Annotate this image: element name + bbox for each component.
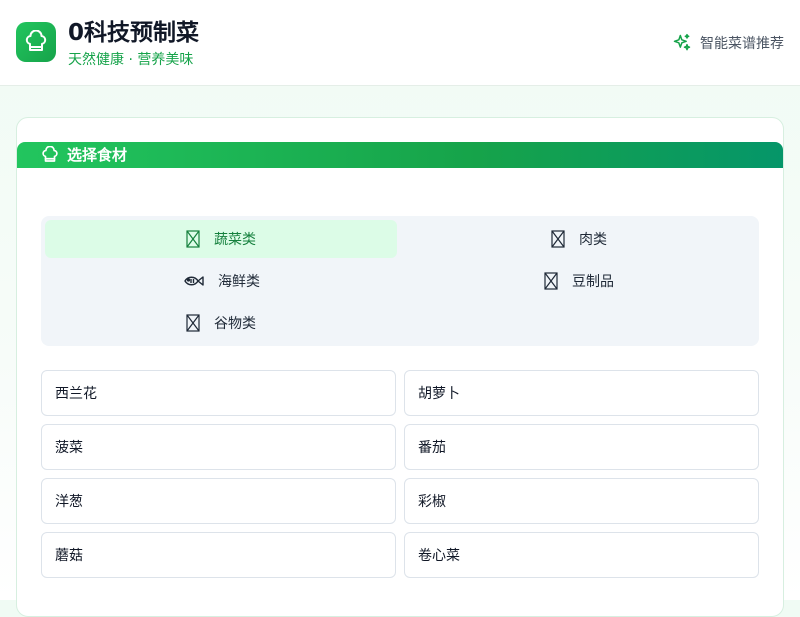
chef-hat-icon: [42, 146, 58, 162]
app-header: 0科技预制菜 天然健康 · 营养美味 智能菜谱推荐: [0, 0, 800, 86]
category-label: 海鲜类: [218, 274, 260, 290]
section-header: 选择食材: [17, 142, 783, 168]
fish-icon: [184, 276, 204, 286]
missing-glyph-icon: [551, 230, 565, 248]
ingredient-item[interactable]: 洋葱: [41, 478, 396, 524]
ingredient-list: 西兰花 胡萝卜 菠菜 番茄 洋葱 彩椒 蘑菇 卷心菜: [41, 370, 759, 578]
category-label: 豆制品: [572, 274, 614, 290]
section-title: 选择食材: [67, 146, 128, 164]
category-label: 蔬菜类: [214, 232, 256, 248]
smart-recipe-recommend-label: 智能菜谱推荐: [700, 36, 784, 52]
category-tabs: 蔬菜类 肉类 海鲜类 豆制品 谷物类: [41, 216, 759, 346]
missing-glyph-icon: [544, 272, 558, 290]
ingredient-item[interactable]: 彩椒: [404, 478, 759, 524]
category-tab-soy-products[interactable]: 豆制品: [403, 262, 755, 300]
ingredient-item[interactable]: 番茄: [404, 424, 759, 470]
smart-recipe-recommend-button[interactable]: 智能菜谱推荐: [672, 32, 784, 54]
category-tab-meat[interactable]: 肉类: [403, 220, 755, 258]
category-tab-grains[interactable]: 谷物类: [45, 304, 397, 342]
ingredient-item[interactable]: 卷心菜: [404, 532, 759, 578]
chef-hat-icon: [25, 30, 47, 51]
app-logo: [16, 22, 56, 62]
category-tab-vegetables[interactable]: 蔬菜类: [45, 220, 397, 258]
app-subtitle: 天然健康 · 营养美味: [68, 52, 194, 68]
ingredient-item[interactable]: 西兰花: [41, 370, 396, 416]
ingredient-selection-card: 选择食材 蔬菜类 肉类 海鲜类 豆制品 谷物类 西兰花 胡萝卜 菠菜 番茄 洋葱…: [16, 117, 784, 617]
category-label: 谷物类: [214, 316, 256, 332]
ingredient-item[interactable]: 菠菜: [41, 424, 396, 470]
sparkles-icon: [673, 33, 691, 51]
ingredient-item[interactable]: 胡萝卜: [404, 370, 759, 416]
category-tab-seafood[interactable]: 海鲜类: [45, 262, 397, 300]
category-label: 肉类: [579, 232, 607, 248]
missing-glyph-icon: [186, 230, 200, 248]
missing-glyph-icon: [186, 314, 200, 332]
app-title: 0科技预制菜: [68, 20, 200, 46]
ingredient-item[interactable]: 蘑菇: [41, 532, 396, 578]
